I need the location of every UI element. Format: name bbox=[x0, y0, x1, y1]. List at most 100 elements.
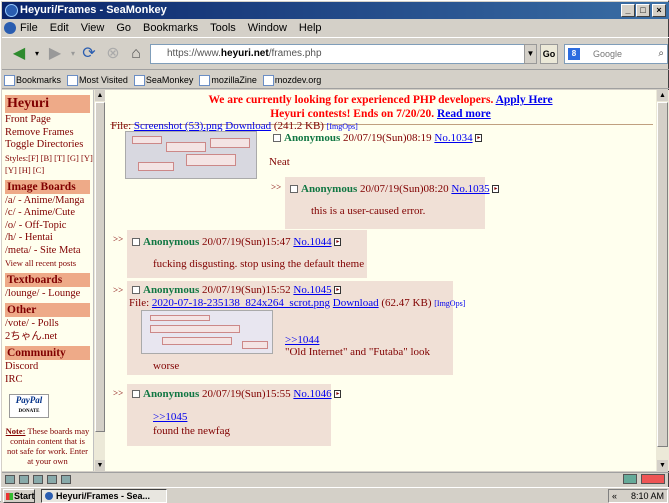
read-more-link[interactable]: Read more bbox=[437, 108, 491, 120]
apply-here-link[interactable]: Apply Here bbox=[496, 94, 553, 106]
menu-help[interactable]: Help bbox=[293, 20, 328, 36]
post-1046-number[interactable]: No.1046 bbox=[293, 388, 331, 400]
post-1044-number[interactable]: No.1044 bbox=[293, 236, 331, 248]
sidebar-board-meta[interactable]: /meta/ - Site Meta bbox=[5, 245, 90, 258]
status-addressbook-icon[interactable] bbox=[61, 475, 71, 484]
sidebar-remove-frames[interactable]: Remove Frames bbox=[5, 127, 90, 140]
status-globe-icon[interactable] bbox=[5, 475, 15, 484]
sidebar-board-a[interactable]: /a/ - Anime/Manga bbox=[5, 195, 90, 208]
close-button[interactable]: × bbox=[652, 4, 666, 17]
sidebar-styles[interactable]: Styles:[F] [B] [T] [G] [Y] bbox=[5, 152, 93, 165]
url-dropdown-icon[interactable]: ▼ bbox=[524, 44, 537, 64]
reply-post-1046: Anonymous 20/07/19(Sun)15:55 No.1046 ▸ >… bbox=[127, 384, 342, 446]
sidebar-board-c[interactable]: /c/ - Anime/Cute bbox=[5, 207, 90, 220]
post-1044-menu-icon[interactable]: ▸ bbox=[334, 238, 342, 247]
bookmark-seamonkey[interactable]: SeaMonkey bbox=[132, 71, 198, 89]
post-1045-thumbnail[interactable] bbox=[141, 310, 273, 354]
post-1045-quote-link[interactable]: >>1044 bbox=[285, 334, 319, 346]
back-dropdown-icon[interactable]: ▾ bbox=[32, 42, 42, 66]
go-button[interactable]: Go bbox=[540, 44, 558, 64]
post-1045-file-info: File: 2020-07-18-235138_824x264_scrot.pn… bbox=[129, 297, 465, 309]
post-1045-checkbox[interactable] bbox=[132, 286, 140, 295]
menu-file[interactable]: File bbox=[14, 20, 44, 36]
sidebar-scroll-thumb[interactable] bbox=[95, 102, 105, 432]
status-composer-icon[interactable] bbox=[33, 475, 43, 484]
post-1035-menu-icon[interactable]: ▸ bbox=[492, 185, 500, 194]
community-heading: Community bbox=[5, 346, 90, 360]
status-online-icon[interactable] bbox=[623, 474, 637, 484]
post-1045-number[interactable]: No.1045 bbox=[293, 284, 331, 296]
menu-bookmarks[interactable]: Bookmarks bbox=[137, 20, 204, 36]
sidebar-board-h[interactable]: /h/ - Hentai bbox=[5, 232, 90, 245]
sidebar-front-page[interactable]: Front Page bbox=[5, 114, 90, 127]
bookmark-bookmarks[interactable]: Bookmarks bbox=[2, 71, 65, 89]
paypal-donate-button[interactable]: PayPal DONATE bbox=[9, 394, 49, 418]
menu-view[interactable]: View bbox=[75, 20, 111, 36]
post-1045-imgops-link[interactable]: [ImgOps] bbox=[434, 299, 465, 308]
forward-arrow-icon[interactable]: ▶ bbox=[44, 42, 66, 66]
op-checkbox[interactable] bbox=[273, 134, 281, 143]
search-icon[interactable]: ⌕ bbox=[658, 45, 664, 63]
sidebar-scrollbar[interactable]: ▲ ▼ bbox=[93, 90, 105, 471]
post-1046-quote-link[interactable]: >>1045 bbox=[153, 411, 187, 423]
url-path: /frames.php bbox=[268, 48, 322, 59]
post-1045-download-link[interactable]: Download bbox=[333, 297, 379, 309]
forward-dropdown-icon[interactable]: ▾ bbox=[68, 42, 78, 66]
menu-app-icon bbox=[4, 22, 16, 34]
post-1045-menu-icon[interactable]: ▸ bbox=[334, 286, 342, 295]
tray-expand-icon[interactable]: « bbox=[609, 490, 617, 502]
sidebar-irc[interactable]: IRC bbox=[5, 374, 90, 387]
op-post-menu-icon[interactable]: ▸ bbox=[475, 134, 483, 143]
url-prefix: https://www. bbox=[167, 48, 221, 59]
menu-go[interactable]: Go bbox=[110, 20, 137, 36]
sidebar-discord[interactable]: Discord bbox=[5, 361, 90, 374]
sidebar-vote[interactable]: /vote/ - Polls bbox=[5, 318, 90, 331]
back-arrow-icon[interactable]: ◀ bbox=[8, 42, 30, 66]
start-button[interactable]: Start bbox=[3, 489, 35, 503]
post-1046-menu-icon[interactable]: ▸ bbox=[334, 390, 342, 399]
post-1046-checkbox[interactable] bbox=[132, 390, 140, 399]
sidebar-view-all[interactable]: View all recent posts bbox=[5, 257, 90, 270]
maximize-button[interactable]: □ bbox=[636, 4, 650, 17]
stop-icon[interactable]: ⊗ bbox=[103, 42, 123, 66]
op-post-number[interactable]: No.1034 bbox=[434, 132, 472, 144]
sidebar-lounge[interactable]: /lounge/ - Lounge bbox=[5, 288, 90, 301]
post-1044-checkbox[interactable] bbox=[132, 238, 140, 247]
status-chat-icon[interactable] bbox=[47, 475, 57, 484]
post-1045-file-link[interactable]: 2020-07-18-235138_824x264_scrot.png bbox=[152, 297, 330, 309]
main-scrollbar[interactable]: ▲ ▼ bbox=[656, 90, 669, 471]
post-1035-checkbox[interactable] bbox=[290, 185, 298, 194]
scroll-down-icon[interactable]: ▼ bbox=[95, 460, 105, 471]
post-1035-number[interactable]: No.1035 bbox=[451, 183, 489, 195]
scroll-up-icon[interactable]: ▲ bbox=[95, 90, 105, 101]
op-thumbnail[interactable] bbox=[125, 131, 257, 179]
main-scroll-down-icon[interactable]: ▼ bbox=[657, 460, 668, 471]
sidebar-toggle-directories[interactable]: Toggle Directories bbox=[5, 139, 90, 152]
title-bar[interactable]: Heyuri/Frames - SeaMonkey _ □ × bbox=[2, 2, 669, 19]
sidebar-styles-2[interactable]: [Y] [H] [C] bbox=[5, 164, 90, 177]
url-bar[interactable]: https://www.heyuri.net/frames.php bbox=[150, 44, 528, 64]
menu-edit[interactable]: Edit bbox=[44, 20, 75, 36]
minimize-button[interactable]: _ bbox=[621, 4, 635, 17]
reload-icon[interactable]: ⟳ bbox=[78, 42, 100, 66]
sidebar-board-o[interactable]: /o/ - Off-Topic bbox=[5, 220, 90, 233]
search-input[interactable]: 8 Google ⌕ bbox=[564, 44, 668, 64]
op-imgops-link[interactable]: [ImgOps] bbox=[327, 122, 358, 131]
post-1046-date: 20/07/19(Sun)15:55 bbox=[199, 388, 294, 400]
menu-window[interactable]: Window bbox=[242, 20, 293, 36]
post-1045-name: Anonymous bbox=[143, 284, 200, 296]
bookmark-most-visited[interactable]: Most Visited bbox=[65, 71, 132, 89]
bookmark-mozdev[interactable]: mozdev.org bbox=[261, 71, 325, 89]
menu-tools[interactable]: Tools bbox=[204, 20, 242, 36]
image-boards-heading: Image Boards bbox=[5, 179, 90, 194]
main-scroll-thumb[interactable] bbox=[657, 102, 668, 447]
main-scroll-up-icon[interactable]: ▲ bbox=[657, 90, 668, 101]
post-1045-body-line-1: "Old Internet" and "Futaba" look bbox=[285, 346, 431, 358]
taskbar-item-seamonkey[interactable]: Heyuri/Frames - Sea... bbox=[41, 489, 167, 503]
home-icon[interactable]: ⌂ bbox=[126, 42, 146, 66]
status-security-icon[interactable] bbox=[641, 474, 665, 484]
bookmark-mozillazine[interactable]: mozillaZine bbox=[197, 71, 261, 89]
post-1035-name: Anonymous bbox=[301, 183, 358, 195]
status-mail-icon[interactable] bbox=[19, 475, 29, 484]
sidebar-2chan[interactable]: 2ちゃん.net bbox=[5, 331, 90, 344]
